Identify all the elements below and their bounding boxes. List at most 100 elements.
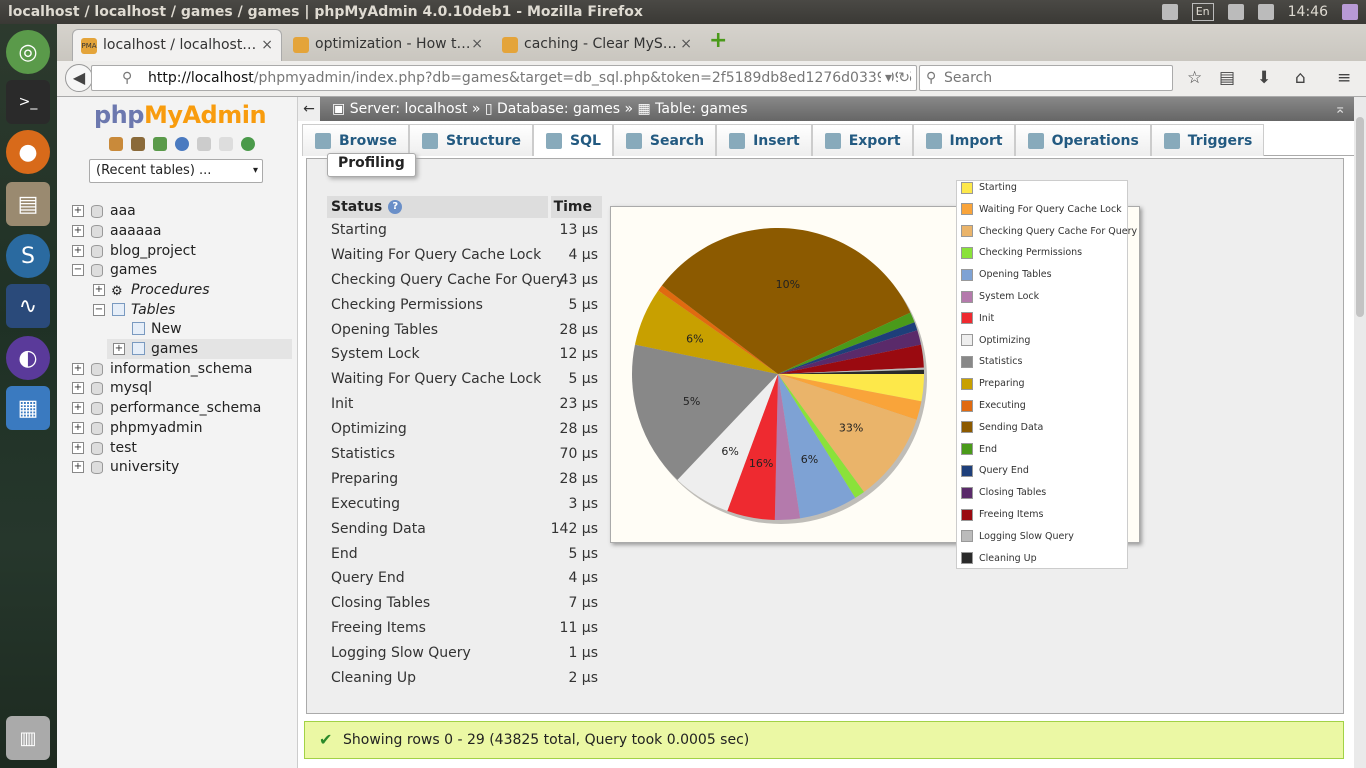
legend-item[interactable]: End xyxy=(961,443,997,457)
tree-tables[interactable]: − Tables xyxy=(57,300,297,320)
url-bar[interactable]: ⚲ http://localhost/phpmyadmin/index.php?… xyxy=(91,65,917,91)
back-button[interactable]: ◀ xyxy=(65,64,93,92)
tree-label[interactable]: phpmyadmin xyxy=(110,418,202,438)
battery-icon[interactable] xyxy=(1227,4,1244,20)
expand-icon[interactable]: + xyxy=(113,343,125,355)
url-dropdown-icon[interactable]: ▾ xyxy=(880,66,892,90)
tab-export[interactable]: Export xyxy=(811,124,913,156)
clock[interactable]: 14:46 xyxy=(1288,0,1328,24)
tab-browse[interactable]: Browse xyxy=(302,124,409,156)
legend-item[interactable]: Preparing xyxy=(961,377,1025,391)
tab-insert[interactable]: Insert xyxy=(716,124,812,156)
tree-procedures[interactable]: + ⚙ Procedures xyxy=(57,280,297,300)
expand-icon[interactable]: + xyxy=(72,225,84,237)
tree-label[interactable]: performance_schema xyxy=(110,398,261,418)
tree-table-games[interactable]: + games xyxy=(107,339,292,359)
tree-db-test[interactable]: + test xyxy=(57,438,297,458)
expand-icon[interactable]: + xyxy=(72,205,84,217)
breadcrumb-server[interactable]: Server: localhost xyxy=(350,101,468,117)
tree-db-blog-project[interactable]: + blog_project xyxy=(57,241,297,261)
breadcrumb-table[interactable]: Table: games xyxy=(655,101,747,117)
toggle-nav-arrow-icon[interactable]: ← xyxy=(298,97,320,121)
tab-triggers[interactable]: Triggers xyxy=(1150,124,1265,156)
terminal-icon[interactable]: >_ xyxy=(6,80,50,124)
reading-list-icon[interactable]: ▤ xyxy=(1219,68,1235,88)
legend-item[interactable]: Checking Query Cache For Query xyxy=(961,225,1137,239)
firefox-icon[interactable]: ● xyxy=(6,130,50,174)
legend-item[interactable]: Freeing Items xyxy=(961,508,1043,522)
tab-import[interactable]: Import xyxy=(912,124,1015,156)
collapse-top-icon[interactable]: ⌅ xyxy=(1334,97,1346,121)
legend-item[interactable]: System Lock xyxy=(961,290,1039,304)
breadcrumb-database[interactable]: Database: games xyxy=(497,101,620,117)
time-header[interactable]: Time xyxy=(554,196,592,218)
home-icon[interactable]: ⌂ xyxy=(1295,68,1306,88)
page-scrollbar[interactable] xyxy=(1354,97,1366,768)
search-input[interactable]: ⚲ Search xyxy=(919,65,1173,91)
tree-db-games[interactable]: − games xyxy=(57,260,297,280)
tree-label[interactable]: mysql xyxy=(110,378,152,398)
tree-db-aaa[interactable]: + aaa xyxy=(57,201,297,221)
recent-tables-select[interactable]: (Recent tables) ... xyxy=(89,159,263,183)
phpmyadmin-logo[interactable]: phpMyAdmin xyxy=(94,101,267,129)
tree-db-university[interactable]: + university xyxy=(57,457,297,477)
legend-item[interactable]: Statistics xyxy=(961,355,1022,369)
ubuntu-dash-icon[interactable]: ◎ xyxy=(6,30,50,74)
tree-label[interactable]: Tables xyxy=(131,300,175,320)
legend-item[interactable]: Closing Tables xyxy=(961,486,1046,500)
tree-db-information-schema[interactable]: + information_schema xyxy=(57,359,297,379)
downloads-icon[interactable]: ⬇ xyxy=(1257,68,1271,88)
reload-icon[interactable]: ↻ xyxy=(898,66,910,90)
settings-icon[interactable] xyxy=(219,137,233,151)
tree-label[interactable]: aaa xyxy=(110,201,136,221)
power-icon[interactable] xyxy=(1342,4,1358,20)
legend-item[interactable]: Checking Permissions xyxy=(961,246,1082,260)
tree-label[interactable]: games xyxy=(110,260,157,280)
tree-label[interactable]: test xyxy=(110,438,137,458)
tree-label[interactable]: information_schema xyxy=(110,359,253,379)
legend-item[interactable]: Init xyxy=(961,312,994,326)
collapse-icon[interactable]: − xyxy=(72,264,84,276)
volume-icon[interactable] xyxy=(1257,4,1274,20)
tab-operations[interactable]: Operations xyxy=(1014,124,1151,156)
trash-icon[interactable]: ▥ xyxy=(6,716,50,760)
logout-icon[interactable] xyxy=(131,137,145,151)
tree-db-aaaaaa[interactable]: + aaaaaa xyxy=(57,221,297,241)
reload-nav-icon[interactable] xyxy=(241,137,255,151)
tree-db-phpmyadmin[interactable]: + phpmyadmin xyxy=(57,418,297,438)
tree-label[interactable]: games xyxy=(151,339,198,359)
legend-item[interactable]: Cleaning Up xyxy=(961,552,1037,566)
legend-item[interactable]: Logging Slow Query xyxy=(961,530,1074,544)
status-header[interactable]: Status? xyxy=(331,196,403,218)
expand-icon[interactable]: + xyxy=(72,402,84,414)
legend-item[interactable]: Opening Tables xyxy=(961,268,1052,282)
menu-icon[interactable]: ≡ xyxy=(1337,68,1351,88)
tree-label[interactable]: New xyxy=(151,319,182,339)
tab-close-icon[interactable]: × xyxy=(261,30,273,60)
eclipse-icon[interactable]: ◐ xyxy=(6,336,50,380)
expand-icon[interactable]: + xyxy=(72,245,84,257)
legend-item[interactable]: Sending Data xyxy=(961,421,1043,435)
tree-label[interactable]: aaaaaa xyxy=(110,221,161,241)
legend-item[interactable]: Starting xyxy=(961,181,1017,195)
tree-label[interactable]: Procedures xyxy=(131,280,210,300)
expand-icon[interactable]: + xyxy=(72,422,84,434)
legend-item[interactable]: Optimizing xyxy=(961,334,1030,348)
tree-new-table[interactable]: New xyxy=(57,319,297,339)
legend-item[interactable]: Waiting For Query Cache Lock xyxy=(961,203,1122,217)
expand-icon[interactable]: + xyxy=(72,382,84,394)
legend-item[interactable]: Executing xyxy=(961,399,1026,413)
sync-app-icon[interactable]: S xyxy=(6,234,50,278)
expand-icon[interactable]: + xyxy=(72,461,84,473)
help-icon[interactable]: ? xyxy=(388,200,403,214)
tab-sql[interactable]: SQL xyxy=(532,124,613,156)
legend-item[interactable]: Query End xyxy=(961,464,1029,478)
expand-icon[interactable]: + xyxy=(72,442,84,454)
query-window-icon[interactable] xyxy=(153,137,167,151)
docs-icon[interactable] xyxy=(197,137,211,151)
tree-label[interactable]: blog_project xyxy=(110,241,196,261)
tree-db-mysql[interactable]: + mysql xyxy=(57,378,297,398)
tree-db-performance-schema[interactable]: + performance_schema xyxy=(57,398,297,418)
keyboard-indicator[interactable]: En xyxy=(1191,3,1214,21)
tree-label[interactable]: university xyxy=(110,457,179,477)
